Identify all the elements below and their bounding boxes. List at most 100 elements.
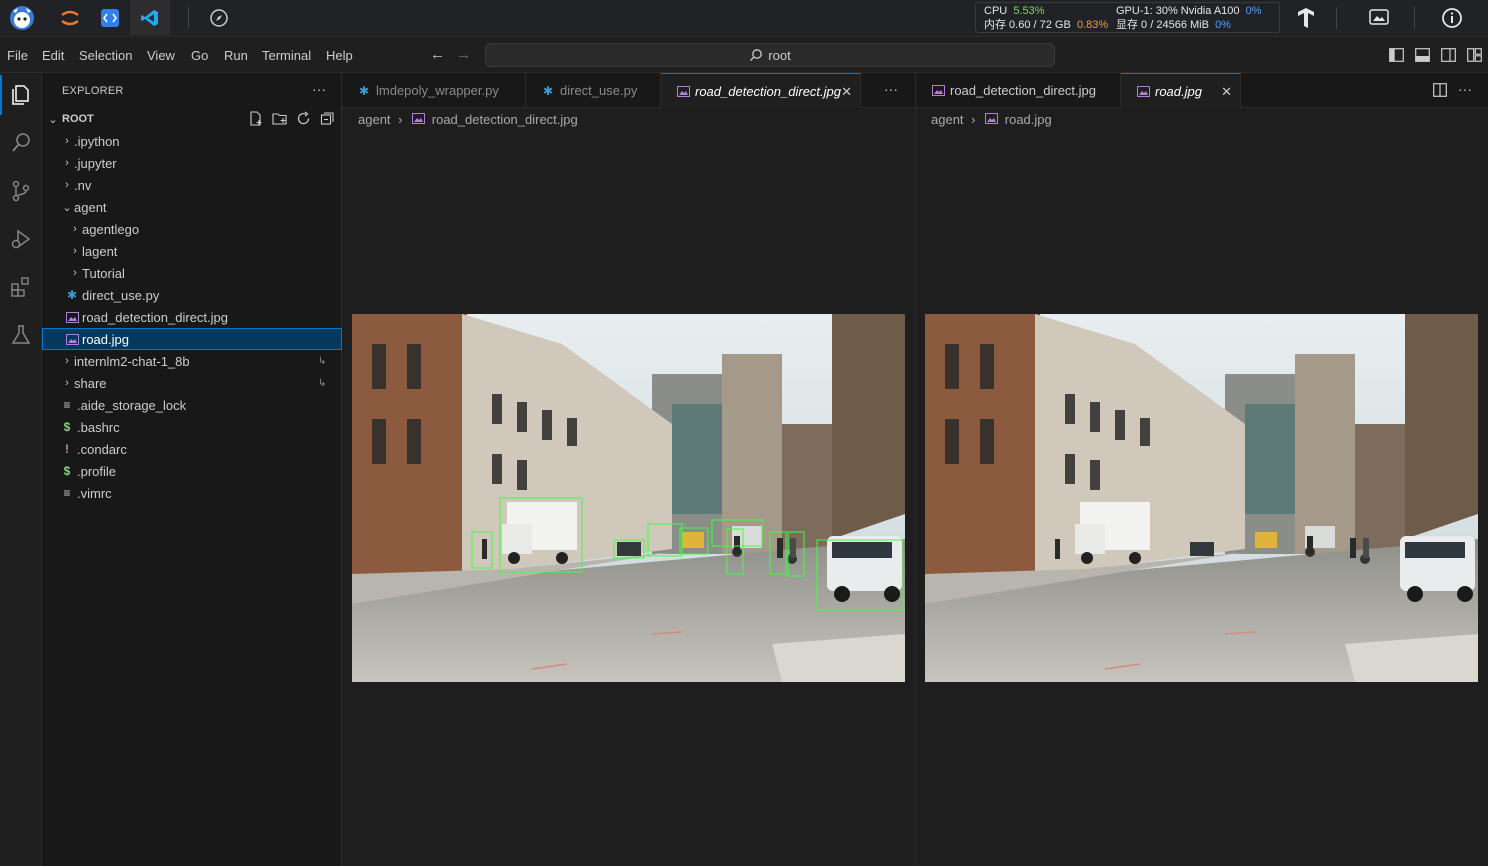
tree-item-jupyter[interactable]: › .jupyter (42, 152, 342, 174)
editor-group-left: ✱ lmdepoly_wrapper.py ✱ direct_use.py ro… (342, 73, 915, 866)
tree-item-label: road.jpg (82, 331, 129, 347)
tab-bar-left: ✱ lmdepoly_wrapper.py ✱ direct_use.py ro… (342, 73, 915, 108)
menu-file[interactable]: File (7, 48, 28, 63)
breadcrumb-file[interactable]: road_detection_direct.jpg (432, 112, 578, 127)
tree-item-bashrc[interactable]: $ .bashrc (42, 416, 342, 438)
root-label: ROOT (62, 113, 94, 125)
toggle-panel-icon[interactable] (1415, 48, 1430, 65)
split-editor-icon[interactable] (1433, 83, 1447, 100)
tab-bar-right: road_detection_direct.jpg road.jpg ✕ ··· (916, 73, 1488, 108)
tree-item-label: Tutorial (82, 265, 125, 281)
breadcrumb-folder[interactable]: agent (358, 112, 391, 127)
tree-item-vimrc[interactable]: ≡ .vimrc (42, 482, 342, 504)
info-icon[interactable] (1434, 2, 1470, 34)
tree-item-direct-use-py[interactable]: ✱ direct_use.py (42, 284, 342, 306)
source-control-icon[interactable] (0, 171, 42, 211)
tree-item-internlm2-chat[interactable]: › internlm2-chat-1_8b ↳ (42, 350, 342, 372)
tree-item-road-detection-direct-jpg[interactable]: road_detection_direct.jpg (42, 306, 342, 328)
image-file-icon (983, 113, 999, 124)
menu-terminal[interactable]: Terminal (262, 48, 311, 63)
tree-item-label: .jupyter (74, 155, 117, 171)
explorer-icon[interactable] (0, 75, 42, 115)
tab-road-detection-direct[interactable]: road_detection_direct.jpg ✕ (661, 73, 861, 108)
chevron-right-icon: › (65, 179, 69, 191)
command-center-search[interactable]: root (485, 43, 1055, 67)
extensions-icon[interactable] (0, 267, 42, 307)
tree-item-label: .nv (74, 177, 92, 193)
menu-edit[interactable]: Edit (42, 48, 64, 63)
tree-item-ipython[interactable]: › .ipython (42, 130, 342, 152)
tree-item-label: share (74, 375, 107, 391)
tree-item-tutorial[interactable]: › Tutorial (42, 262, 342, 284)
tab-direct-use[interactable]: ✱ direct_use.py (526, 73, 661, 108)
more-actions-icon[interactable]: ··· (1458, 81, 1472, 97)
tab-label: road_detection_direct.jpg (950, 83, 1096, 98)
tab-label: road_detection_direct.jpg (695, 83, 841, 99)
vscode-icon[interactable] (130, 0, 170, 35)
new-file-icon[interactable] (248, 111, 263, 129)
image-file-icon (64, 333, 80, 345)
tab-lmdepoly-wrapper[interactable]: ✱ lmdepoly_wrapper.py (342, 73, 526, 108)
tree-item-share[interactable]: › share ↳ (42, 372, 342, 394)
menu-view[interactable]: View (147, 48, 175, 63)
toggle-secondary-sidebar-icon[interactable] (1441, 48, 1456, 65)
breadcrumb: agent › road_detection_direct.jpg (358, 112, 578, 127)
symlink-icon: ↳ (318, 355, 327, 367)
tab-road-jpg[interactable]: road.jpg ✕ (1121, 73, 1241, 108)
tree-item-label: .condarc (77, 441, 127, 457)
tree-item-agentlego[interactable]: › agentlego (42, 218, 342, 240)
menu-selection[interactable]: Selection (79, 48, 132, 63)
python-file-icon: ✱ (542, 83, 554, 98)
tree-item-lagent[interactable]: › lagent (42, 240, 342, 262)
tree-item-label: road_detection_direct.jpg (82, 309, 228, 325)
tree-item-nv[interactable]: › .nv (42, 174, 342, 196)
explorer-title: EXPLORER (62, 85, 124, 97)
collapse-all-icon[interactable] (320, 111, 335, 129)
activity-bar (0, 73, 42, 866)
tensorflow-icon[interactable] (1288, 2, 1324, 34)
image-tools-icon[interactable] (1361, 2, 1397, 34)
new-folder-icon[interactable] (272, 111, 288, 129)
image-file-icon (675, 85, 691, 97)
toggle-primary-sidebar-icon[interactable] (1389, 48, 1404, 65)
tree-item-profile[interactable]: $ .profile (42, 460, 342, 482)
tree-item-label: .vimrc (77, 485, 112, 501)
app-logo-icon[interactable] (4, 2, 40, 34)
more-actions-icon[interactable]: ··· (884, 81, 898, 97)
chevron-right-icon: › (971, 112, 976, 127)
tree-item-agent[interactable]: ⌄ agent (42, 196, 342, 218)
close-icon[interactable]: ✕ (1221, 84, 1232, 100)
code-server-icon[interactable] (92, 2, 128, 34)
search-icon[interactable] (0, 123, 42, 163)
back-arrow-icon[interactable]: ← (430, 46, 445, 63)
refresh-icon[interactable] (296, 111, 311, 129)
more-actions-icon[interactable]: ··· (312, 81, 326, 97)
shell-file-icon: $ (63, 420, 71, 434)
breadcrumb-file[interactable]: road.jpg (1005, 112, 1052, 127)
close-icon[interactable]: ✕ (841, 84, 852, 100)
menu-go[interactable]: Go (191, 48, 208, 63)
tree-item-road-jpg[interactable]: road.jpg (42, 328, 342, 350)
breadcrumb-folder[interactable]: agent (931, 112, 964, 127)
customize-layout-icon[interactable] (1467, 48, 1482, 65)
tree-item-aide-storage-lock[interactable]: ≡ .aide_storage_lock (42, 394, 342, 416)
chevron-right-icon: › (65, 355, 69, 367)
tree-item-label: agentlego (82, 221, 140, 237)
testing-icon[interactable] (0, 315, 42, 355)
search-text: root (768, 47, 791, 63)
search-icon (750, 49, 763, 61)
image-file-icon (1135, 85, 1151, 97)
chevron-right-icon: › (65, 135, 69, 147)
tree-item-label: .bashrc (77, 419, 120, 435)
forward-arrow-icon[interactable]: → (456, 46, 471, 63)
tab-road-detection-direct[interactable]: road_detection_direct.jpg (916, 73, 1121, 108)
jupyter-icon[interactable] (52, 2, 88, 34)
run-debug-icon[interactable] (0, 219, 42, 259)
tree-item-condarc[interactable]: ! .condarc (42, 438, 342, 460)
image-preview-original (925, 314, 1478, 682)
toolbar-divider (1414, 7, 1415, 29)
compass-icon[interactable] (201, 2, 237, 34)
menu-help[interactable]: Help (326, 48, 353, 63)
chevron-right-icon: › (73, 267, 77, 279)
menu-run[interactable]: Run (224, 48, 248, 63)
